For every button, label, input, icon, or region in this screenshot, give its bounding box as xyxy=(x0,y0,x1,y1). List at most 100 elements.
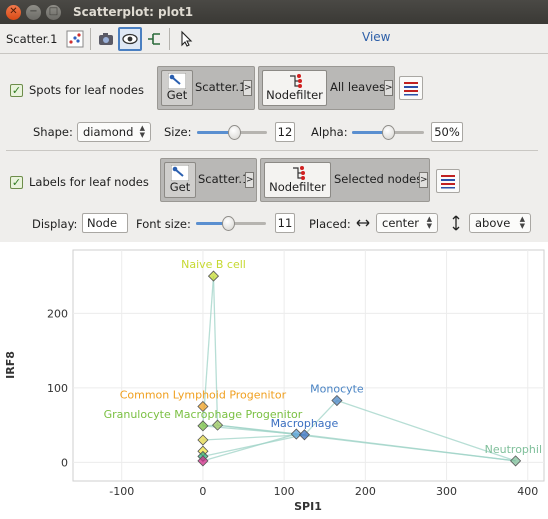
toolbar-plot-name: Scatter.1 xyxy=(6,31,58,46)
y-tick-label: 100 xyxy=(47,382,68,395)
save-snapshot-button[interactable] xyxy=(94,27,118,51)
node-filter-icon xyxy=(293,166,305,180)
list-icon xyxy=(441,175,455,189)
camera-icon xyxy=(99,32,114,45)
labels-list-button[interactable] xyxy=(436,169,460,193)
fontsize-slider-handle[interactable] xyxy=(221,216,235,231)
labels-source-picker: Get Scatter.1 > xyxy=(160,158,257,202)
view-menu-link[interactable]: View xyxy=(362,30,390,44)
spots-nodefilter-label: Nodefilter xyxy=(266,88,323,102)
labels-nodefilter-label: Nodefilter xyxy=(269,180,326,194)
close-window-button[interactable]: ✕ xyxy=(6,4,21,20)
maximize-window-button[interactable]: □ xyxy=(46,4,61,20)
labels-checkbox-label: Labels for leaf nodes xyxy=(29,175,149,189)
spots-source-text: Scatter.1 xyxy=(195,80,247,94)
placed-vertical-value: above xyxy=(475,216,511,230)
labels-get-label: Get xyxy=(169,180,191,194)
x-tick-label: 200 xyxy=(355,485,376,498)
horizontal-arrows-icon xyxy=(356,219,370,227)
display-field[interactable]: Node xyxy=(82,213,128,233)
x-tick-label: 400 xyxy=(517,485,538,498)
x-tick-label: 100 xyxy=(274,485,295,498)
labels-filter-text: Selected nodes xyxy=(334,172,423,186)
spots-filter-picker: Nodefilter All leaves > xyxy=(258,66,395,110)
placed-vertical-select[interactable]: above ▲ ▼ xyxy=(469,213,531,233)
scatter-icon xyxy=(66,30,84,47)
section-divider xyxy=(6,150,538,151)
spots-source-arrow[interactable]: > xyxy=(243,80,252,96)
fontsize-value-field[interactable]: 11 xyxy=(275,213,295,233)
alpha-value-field[interactable]: 50% xyxy=(431,122,463,142)
spots-toggle[interactable]: ✓ Spots for leaf nodes xyxy=(10,83,144,97)
spots-get-label: Get xyxy=(166,88,188,102)
labels-toggle[interactable]: ✓ Labels for leaf nodes xyxy=(10,175,149,189)
tree-icon xyxy=(148,32,161,45)
x-tick-label: -100 xyxy=(109,485,134,498)
scatter-chart[interactable]: Naive B cellCommon Lymphoid ProgenitorGr… xyxy=(0,242,548,519)
toolbar-separator xyxy=(169,27,171,50)
fontsize-slider[interactable] xyxy=(196,215,266,231)
spots-list-button[interactable] xyxy=(399,76,423,100)
spots-checkbox-label: Spots for leaf nodes xyxy=(29,83,144,97)
x-axis-label: SPI1 xyxy=(294,500,322,513)
spots-filter-arrow[interactable]: > xyxy=(384,80,393,96)
y-axis-label: IRF8 xyxy=(4,351,17,379)
toolbar-separator xyxy=(90,27,92,50)
tree-link-button[interactable] xyxy=(142,27,166,51)
vertical-arrows-icon xyxy=(452,215,460,231)
toolbar: Scatter.1 View xyxy=(0,24,548,54)
point-label-neutrophil: Neutrophil xyxy=(485,443,542,456)
size-slider-handle[interactable] xyxy=(228,125,242,140)
labels-filter-arrow[interactable]: > xyxy=(419,172,428,188)
view-mode-button[interactable] xyxy=(118,26,143,51)
point-label-macrophage: Macrophage xyxy=(271,417,339,430)
labels-nodefilter-button[interactable]: Nodefilter xyxy=(264,162,331,198)
spots-filter-text: All leaves xyxy=(330,80,386,94)
size-label: Size: xyxy=(164,125,192,139)
scatter-plot-button[interactable] xyxy=(63,27,87,51)
list-icon xyxy=(404,82,418,96)
x-tick-label: 0 xyxy=(199,485,206,498)
link-pick-icon xyxy=(171,165,189,181)
labels-get-button[interactable]: Get xyxy=(164,162,196,198)
spots-checkbox[interactable]: ✓ xyxy=(10,83,23,97)
placed-label: Placed: xyxy=(309,217,351,231)
minimize-window-button[interactable]: − xyxy=(26,4,41,20)
y-tick-label: 0 xyxy=(61,456,68,469)
spin-arrows-icon: ▲ ▼ xyxy=(519,215,525,230)
alpha-label: Alpha: xyxy=(311,125,348,139)
size-value-field[interactable]: 12 xyxy=(275,122,295,142)
labels-checkbox[interactable]: ✓ xyxy=(10,175,23,189)
alpha-slider-handle[interactable] xyxy=(381,125,395,140)
labels-filter-picker: Nodefilter Selected nodes > xyxy=(260,158,430,202)
point-label-common-lymphoid-progenitor: Common Lymphoid Progenitor xyxy=(120,388,287,401)
node-filter-icon xyxy=(290,74,302,88)
scatter-plot-area[interactable]: Naive B cell Common Lymphoid Progenitor Gr… xyxy=(0,242,548,519)
point-label-naive-b-cell: Naive B cell xyxy=(181,258,246,271)
placed-horizontal-value: center xyxy=(382,216,419,230)
point-label-monocyte: Monocyte xyxy=(310,383,364,396)
shape-label: Shape: xyxy=(33,125,73,139)
shape-select[interactable]: diamond ▲ ▼ xyxy=(77,122,151,142)
spots-source-picker: Get Scatter.1 > xyxy=(157,66,255,110)
eye-icon xyxy=(122,33,139,44)
pointer-icon xyxy=(181,30,193,47)
y-tick-label: 200 xyxy=(47,307,68,320)
labels-source-text: Scatter.1 xyxy=(198,172,250,186)
alpha-slider[interactable] xyxy=(352,124,424,140)
x-tick-label: 300 xyxy=(436,485,457,498)
fontsize-label: Font size: xyxy=(136,217,191,231)
link-pick-icon xyxy=(168,73,186,89)
shape-select-value: diamond xyxy=(83,125,134,139)
spin-arrows-icon: ▲ ▼ xyxy=(426,215,432,230)
display-label: Display: xyxy=(32,217,78,231)
placed-horizontal-select[interactable]: center ▲ ▼ xyxy=(376,213,438,233)
spin-arrows-icon: ▲ ▼ xyxy=(139,124,145,139)
settings-panel: ✓ Spots for leaf nodes Get Scatter.1 > N… xyxy=(0,54,548,242)
size-slider[interactable] xyxy=(197,124,267,140)
title-bar: ✕ − □ Scatterplot: plot1 xyxy=(0,0,548,24)
pointer-tool-button[interactable] xyxy=(173,27,197,51)
spots-get-button[interactable]: Get xyxy=(161,70,193,106)
spots-nodefilter-button[interactable]: Nodefilter xyxy=(262,70,327,106)
labels-source-arrow[interactable]: > xyxy=(245,172,254,188)
